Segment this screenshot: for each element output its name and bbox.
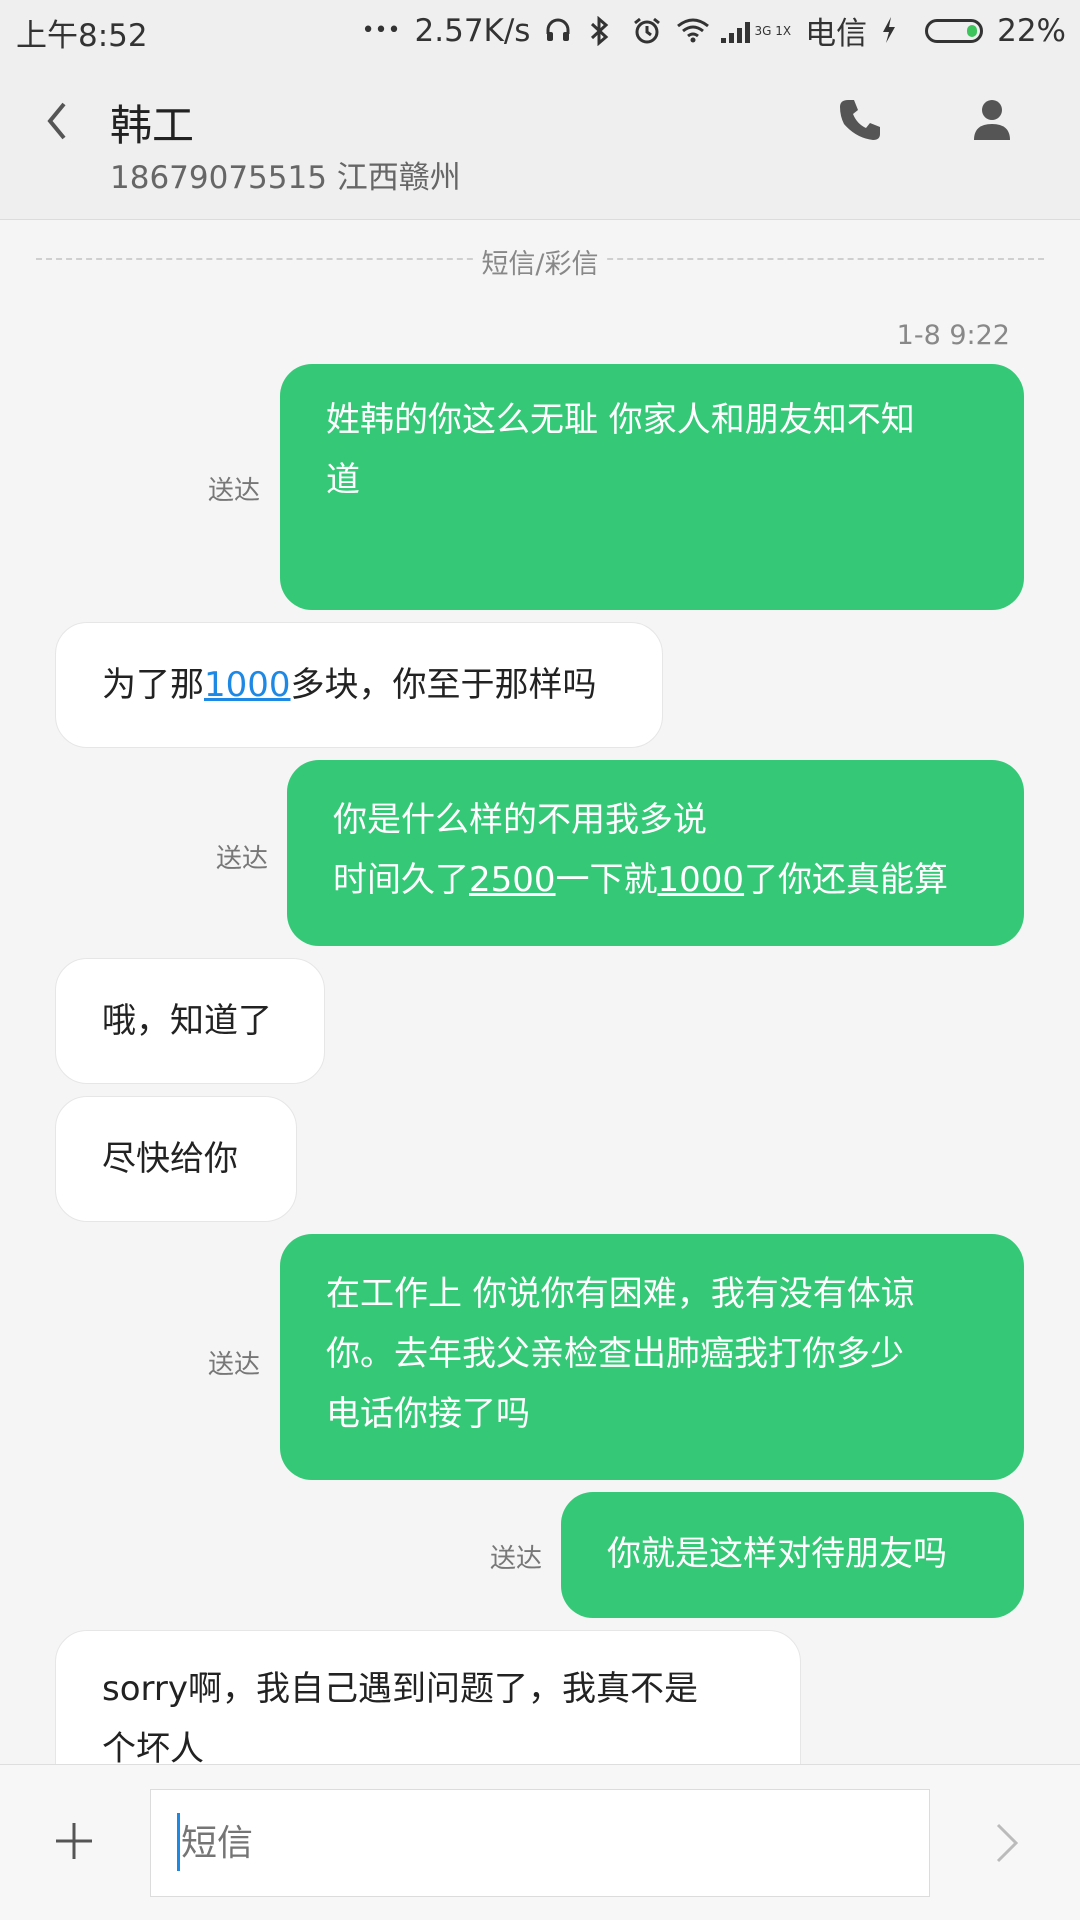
battery-icon	[925, 18, 984, 43]
contact-number-location: 18679075515 江西赣州	[110, 160, 461, 196]
alarm-icon	[632, 16, 662, 46]
number-link[interactable]: 2500	[469, 860, 556, 900]
message-list[interactable]: 短信/彩信 1-8 9:22 送达 姓韩的你这么无耻 你家人和朋友知不知 道 为…	[0, 220, 1080, 1764]
message-input[interactable]	[150, 1789, 930, 1897]
status-time: 上午8:52	[16, 18, 148, 54]
message-timestamp: 1-8 9:22	[896, 320, 1010, 351]
network-type: 3G 1X	[754, 23, 792, 38]
contact-name: 韩工	[110, 101, 195, 150]
conversation-header: 韩工 18679075515 江西赣州	[0, 56, 1080, 220]
message-bubble-incoming[interactable]: sorry啊，我自己遇到问题了，我真不是 个坏人	[55, 1630, 801, 1764]
status-bar: 上午8:52 ••• 2.57K/s 3G 1X 电信 22%	[0, 0, 1080, 56]
chevron-right-icon	[996, 1823, 1019, 1863]
status-icons: ••• 2.57K/s 3G 1X 电信 22%	[362, 8, 1066, 53]
headphones-icon	[544, 16, 574, 46]
wifi-icon	[676, 16, 710, 46]
network-speed: 2.57K/s	[414, 12, 531, 49]
message-bubble-outgoing[interactable]: 你就是这样对待朋友吗	[561, 1492, 1024, 1618]
attach-button[interactable]	[54, 1821, 94, 1861]
contact-info-button[interactable]	[968, 96, 1016, 144]
message-type-label: 短信/彩信	[0, 242, 1080, 281]
chevron-left-icon	[47, 102, 66, 140]
message-bubble-incoming[interactable]: 尽快给你	[55, 1096, 297, 1222]
delivery-status: 送达	[490, 1544, 543, 1574]
call-button[interactable]	[836, 96, 884, 144]
delivery-status: 送达	[216, 844, 269, 874]
bluetooth-icon	[588, 15, 618, 46]
carrier-name: 电信	[805, 16, 868, 52]
signal-icon	[720, 16, 751, 46]
back-button[interactable]	[38, 96, 78, 146]
person-icon	[974, 100, 1010, 140]
message-bubble-outgoing[interactable]: 姓韩的你这么无耻 你家人和朋友知不知 道	[280, 364, 1024, 610]
text-cursor	[177, 1813, 180, 1871]
message-bubble-incoming[interactable]: 为了那1000多块，你至于那样吗	[55, 622, 663, 748]
more-dots-icon: •••	[361, 18, 401, 43]
charging-icon	[881, 16, 911, 46]
battery-percent: 22%	[997, 12, 1066, 49]
number-link[interactable]: 1000	[204, 665, 291, 705]
compose-bar	[0, 1764, 1080, 1920]
delivery-status: 送达	[208, 1350, 261, 1380]
message-bubble-incoming[interactable]: 哦，知道了	[55, 958, 325, 1084]
phone-icon	[840, 100, 880, 140]
plus-icon	[56, 1823, 92, 1859]
delivery-status: 送达	[208, 476, 261, 506]
send-button[interactable]	[990, 1821, 1024, 1865]
number-link[interactable]: 1000	[658, 860, 745, 900]
message-bubble-outgoing[interactable]: 你是什么样的不用我多说 时间久了2500一下就1000了你还真能算	[287, 760, 1024, 946]
message-bubble-outgoing[interactable]: 在工作上 你说你有困难，我有没有体谅 你。去年我父亲检查出肺癌我打你多少 电话你…	[280, 1234, 1024, 1480]
